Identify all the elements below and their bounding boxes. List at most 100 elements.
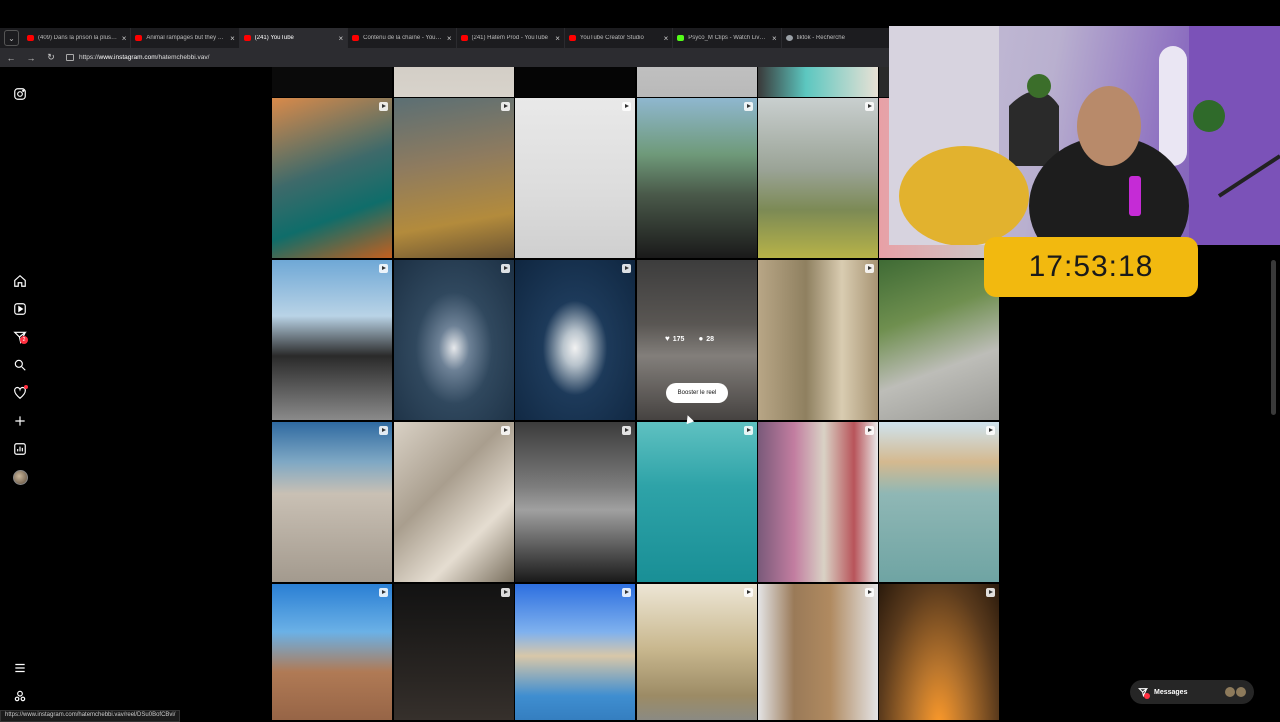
- post-thumbnail[interactable]: [879, 584, 999, 720]
- messages-label: Messages: [1154, 688, 1188, 696]
- youtube-icon: [352, 35, 360, 41]
- post-thumbnail[interactable]: [637, 422, 757, 582]
- avatar: [1236, 687, 1246, 697]
- webcam-overlay: [889, 26, 1280, 245]
- dashboard-icon[interactable]: [12, 441, 28, 457]
- reel-icon: [744, 426, 753, 435]
- boost-reel-button[interactable]: Booster le reel: [666, 383, 728, 403]
- back-arrow-icon[interactable]: ←: [6, 53, 16, 63]
- reload-icon[interactable]: ↻: [46, 52, 56, 63]
- post-thumbnail[interactable]: [758, 67, 878, 97]
- tab-label: tiktok - Recherche: [796, 35, 845, 41]
- reel-icon: [379, 264, 388, 273]
- message-avatars: [1225, 687, 1246, 697]
- page-scrollbar[interactable]: [1271, 260, 1276, 415]
- url-path: /hatemchebbi.vav/: [156, 54, 210, 61]
- post-thumbnail[interactable]: [637, 67, 757, 97]
- post-stats: ♥ 175 ● 28: [665, 334, 714, 343]
- post-thumbnail[interactable]: [394, 67, 514, 97]
- reel-icon: [622, 264, 631, 273]
- post-thumbnail[interactable]: [637, 584, 757, 720]
- tab-label: (241) Hatem Prod - YouTube: [471, 35, 549, 41]
- close-tab-icon[interactable]: ×: [664, 34, 669, 43]
- post-thumbnail[interactable]: [272, 98, 392, 258]
- reel-icon: [379, 426, 388, 435]
- kick-icon: [677, 35, 685, 41]
- tab-label: Contenu de la chaîne - YouTube: [363, 35, 443, 41]
- browser-tab[interactable]: YouTube Creator Studio ×: [565, 28, 674, 48]
- post-thumbnail[interactable]: [758, 422, 878, 582]
- post-thumbnail[interactable]: [879, 260, 999, 420]
- close-tab-icon[interactable]: ×: [772, 34, 777, 43]
- browser-tab-bar: ⌄ (409) Dans la prison la plus surp × An…: [0, 28, 890, 48]
- post-thumbnail[interactable]: [515, 260, 635, 420]
- instagram-logo-icon[interactable]: [12, 86, 28, 102]
- tab-label: Psyco_M Clips - Watch Live on K: [688, 35, 768, 41]
- post-thumbnail[interactable]: [394, 584, 514, 720]
- youtube-icon: [135, 35, 143, 41]
- post-thumbnail[interactable]: [515, 584, 635, 720]
- reel-icon: [744, 588, 753, 597]
- post-thumbnail[interactable]: [272, 260, 392, 420]
- unread-dot: [1144, 693, 1150, 699]
- browser-tab[interactable]: (241) Hatem Prod - YouTube ×: [457, 28, 565, 48]
- messages-button[interactable]: Messages: [1130, 680, 1254, 704]
- site-info-icon[interactable]: [66, 54, 74, 61]
- post-thumbnail[interactable]: [394, 98, 514, 258]
- browser-tab[interactable]: Animal rampages but they get a ×: [131, 28, 240, 48]
- post-thumbnail[interactable]: [758, 584, 878, 720]
- url-text: https://www.instagram.com/hatemchebbi.va…: [79, 54, 209, 61]
- post-thumbnail[interactable]: [515, 98, 635, 258]
- close-tab-icon[interactable]: ×: [447, 34, 452, 43]
- close-tab-icon[interactable]: ×: [230, 34, 235, 43]
- profile-avatar[interactable]: [12, 469, 28, 485]
- tab-label: (241) YouTube: [254, 35, 294, 41]
- post-thumbnail-hovered[interactable]: ♥ 175 ● 28 Booster le reel: [637, 260, 757, 420]
- post-thumbnail[interactable]: [758, 260, 878, 420]
- browser-tab[interactable]: Contenu de la chaîne - YouTube ×: [348, 28, 457, 48]
- youtube-icon: [27, 35, 34, 41]
- post-thumbnail[interactable]: [394, 260, 514, 420]
- post-thumbnail[interactable]: [515, 67, 635, 97]
- browser-tab[interactable]: tiktok - Recherche: [782, 28, 890, 48]
- url-field[interactable]: https://www.instagram.com/hatemchebbi.va…: [66, 51, 884, 64]
- close-tab-icon[interactable]: ×: [555, 34, 560, 43]
- post-thumbnail[interactable]: [637, 98, 757, 258]
- menu-icon[interactable]: [12, 660, 28, 676]
- forward-arrow-icon[interactable]: →: [26, 53, 36, 63]
- post-thumbnail[interactable]: [394, 422, 514, 582]
- home-icon[interactable]: [12, 273, 28, 289]
- close-tab-icon[interactable]: ×: [338, 34, 343, 43]
- youtube-studio-icon: [568, 35, 576, 41]
- search-icon: [785, 35, 793, 41]
- create-icon[interactable]: [12, 413, 28, 429]
- reel-icon: [622, 426, 631, 435]
- avatar: [1225, 687, 1235, 697]
- search-icon[interactable]: [12, 357, 28, 373]
- threads-icon[interactable]: [12, 688, 28, 704]
- reel-icon: [865, 102, 874, 111]
- reel-icon: [622, 102, 631, 111]
- post-thumbnail[interactable]: [515, 422, 635, 582]
- reel-icon: [622, 588, 631, 597]
- browser-tab-active[interactable]: (241) YouTube ×: [239, 28, 349, 48]
- avatar: [12, 469, 28, 485]
- comment-bubble-icon: ●: [698, 334, 704, 343]
- send-icon[interactable]: 2: [12, 329, 28, 345]
- post-thumbnail[interactable]: [879, 422, 999, 582]
- browser-tab[interactable]: Psyco_M Clips - Watch Live on K ×: [673, 28, 782, 48]
- post-thumbnail[interactable]: [758, 98, 878, 258]
- post-thumbnail[interactable]: [272, 584, 392, 720]
- close-tab-icon[interactable]: ×: [122, 34, 127, 43]
- reel-icon: [865, 426, 874, 435]
- comment-count: ● 28: [698, 334, 714, 343]
- tab-list-button[interactable]: ⌄: [4, 30, 19, 46]
- send-icon: [1137, 687, 1150, 699]
- status-bar-url: https://www.instagram.com/hatemchebbi.va…: [0, 710, 181, 722]
- post-thumbnail[interactable]: [272, 422, 392, 582]
- notification-badge: 2: [20, 336, 28, 344]
- browser-tab[interactable]: (409) Dans la prison la plus surp ×: [23, 28, 132, 48]
- post-thumbnail[interactable]: [272, 67, 392, 97]
- heart-icon[interactable]: [12, 385, 28, 401]
- reels-icon[interactable]: [12, 301, 28, 317]
